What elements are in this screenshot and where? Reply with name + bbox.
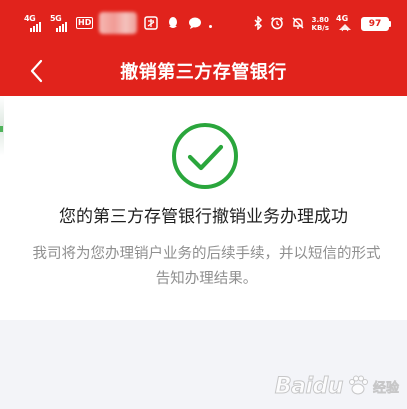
mute-icon	[291, 15, 305, 34]
bluetooth-icon	[253, 14, 263, 34]
watermark-brand: Baidu	[274, 374, 344, 400]
navigation-bar: 撤销第三方存管银行	[0, 46, 407, 96]
success-description: 我司将为您办理销户业务的后续手续，并以短信的形式告知办理结果。	[32, 246, 381, 287]
blurred-notification-icons	[99, 12, 138, 34]
hd-badge: HD	[76, 17, 94, 29]
status-bar-right: 3.80 KB/s 4G 97	[253, 13, 391, 35]
status-bar: 4G 5G HD 3.80 KB/s 4G 97	[0, 0, 407, 46]
network-speed-unit: KB/s	[311, 24, 329, 32]
more-notifications-dot	[209, 24, 213, 28]
app-notification-icon	[143, 15, 159, 31]
watermark-suffix: 经验	[372, 381, 400, 397]
qq-icon	[165, 15, 181, 31]
signal-strength-icon-2: 5G	[50, 14, 70, 32]
baidu-watermark: Baidu 经验	[274, 374, 400, 400]
status-bar-left: 4G 5G HD	[24, 12, 213, 34]
left-edge-artifact	[0, 96, 4, 156]
battery-icon: 97	[361, 17, 391, 31]
network-speed-value: 3.80	[311, 16, 329, 24]
network-speed: 3.80 KB/s	[312, 16, 329, 32]
result-panel: 您的第三方存管银行撤销业务办理成功 我司将为您办理销户业务的后续手续，并以短信的…	[0, 96, 407, 320]
check-circle-icon	[172, 123, 238, 189]
chat-icon	[187, 15, 203, 31]
success-title: 您的第三方存管银行撤销业务办理成功	[59, 207, 348, 227]
battery-level: 97	[368, 18, 382, 29]
signal-strength-icon-1: 4G	[24, 14, 44, 32]
paw-logo-icon	[348, 375, 368, 395]
page-title: 撤销第三方存管银行	[120, 62, 287, 83]
network-type-indicator: 4G	[336, 14, 354, 32]
alarm-icon	[270, 15, 284, 34]
